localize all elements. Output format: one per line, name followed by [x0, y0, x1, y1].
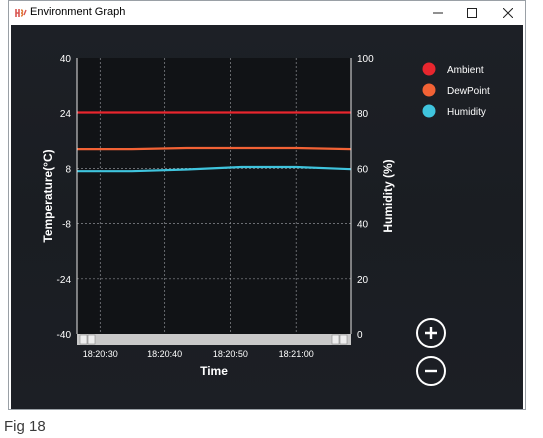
scrollbar-track[interactable] — [77, 334, 351, 345]
scrollbar-right-handle[interactable] — [331, 334, 340, 345]
zoom-out-icon — [425, 369, 437, 373]
left-tick-label: 24 — [60, 109, 72, 120]
maximize-icon — [467, 8, 477, 18]
right-tick-label: 100 — [357, 54, 374, 65]
right-tick-label: 80 — [357, 109, 369, 120]
legend-label-humidity: Humidity — [447, 107, 486, 118]
left-tick-label: 8 — [65, 164, 71, 175]
series-line-dewpoint — [77, 146, 352, 151]
y-axis-left-title: Temperature(°C) — [41, 149, 55, 242]
zoom-in-icon — [425, 327, 437, 339]
scrollbar-left-handle-2[interactable] — [87, 334, 96, 345]
left-tick-label: -40 — [57, 330, 72, 341]
right-tick-labels: 100 80 60 40 20 0 — [357, 54, 374, 341]
zoom-in-button[interactable] — [416, 318, 446, 348]
right-tick-label: 60 — [357, 164, 369, 175]
window-title: Environment Graph — [30, 6, 126, 18]
close-button[interactable] — [491, 1, 525, 25]
scrollbar-right-handle-2[interactable] — [339, 334, 348, 345]
legend-marker-dewpoint — [422, 83, 436, 97]
title-bar[interactable]: Environment Graph — [9, 1, 525, 25]
legend-marker-ambient — [422, 62, 436, 76]
legend: Ambient DewPoint Humidity — [422, 62, 490, 118]
legend-label-ambient: Ambient — [447, 65, 484, 76]
left-tick-label: -24 — [57, 275, 72, 286]
close-icon — [503, 8, 513, 18]
y-axis-right-title: Humidity (%) — [381, 159, 395, 232]
time-scrollbar[interactable] — [77, 334, 351, 345]
x-axis-title: Time — [200, 364, 228, 378]
legend-marker-humidity — [422, 104, 436, 118]
x-tick-label: 18:20:30 — [83, 349, 118, 359]
left-tick-label: 40 — [60, 54, 72, 65]
left-tick-labels: 40 24 8 -8 -24 -40 — [57, 54, 72, 341]
x-tick-labels: 18:20:30 18:20:40 18:20:50 18:21:00 — [83, 349, 314, 359]
zoom-out-button[interactable] — [416, 356, 446, 386]
maximize-button[interactable] — [455, 1, 489, 25]
x-tick-label: 18:21:00 — [279, 349, 314, 359]
right-tick-label: 20 — [357, 275, 369, 286]
left-tick-label: -8 — [62, 220, 71, 231]
graph-area: 40 24 8 -8 -24 -40 100 80 60 40 20 0 18:20:30 18:20… — [11, 25, 523, 409]
environment-chart[interactable]: 40248-8-24-40 100806040200 18:20:30 18:20… — [11, 25, 523, 409]
right-tick-label: 0 — [357, 330, 363, 341]
scrollbar-left-handle[interactable] — [79, 334, 88, 345]
plot-background — [77, 58, 351, 334]
figure-caption: Fig 18 — [4, 418, 46, 435]
environment-graph-window: Environment Graph 40 24 8 -8 -24 -40 100 80 60 4… — [8, 0, 526, 410]
minimize-icon — [433, 12, 443, 14]
app-icon — [15, 9, 27, 17]
x-tick-label: 18:20:50 — [213, 349, 248, 359]
minimize-button[interactable] — [421, 1, 455, 25]
right-tick-label: 40 — [357, 220, 369, 231]
x-tick-label: 18:20:40 — [147, 349, 182, 359]
legend-label-dewpoint: DewPoint — [447, 86, 490, 97]
